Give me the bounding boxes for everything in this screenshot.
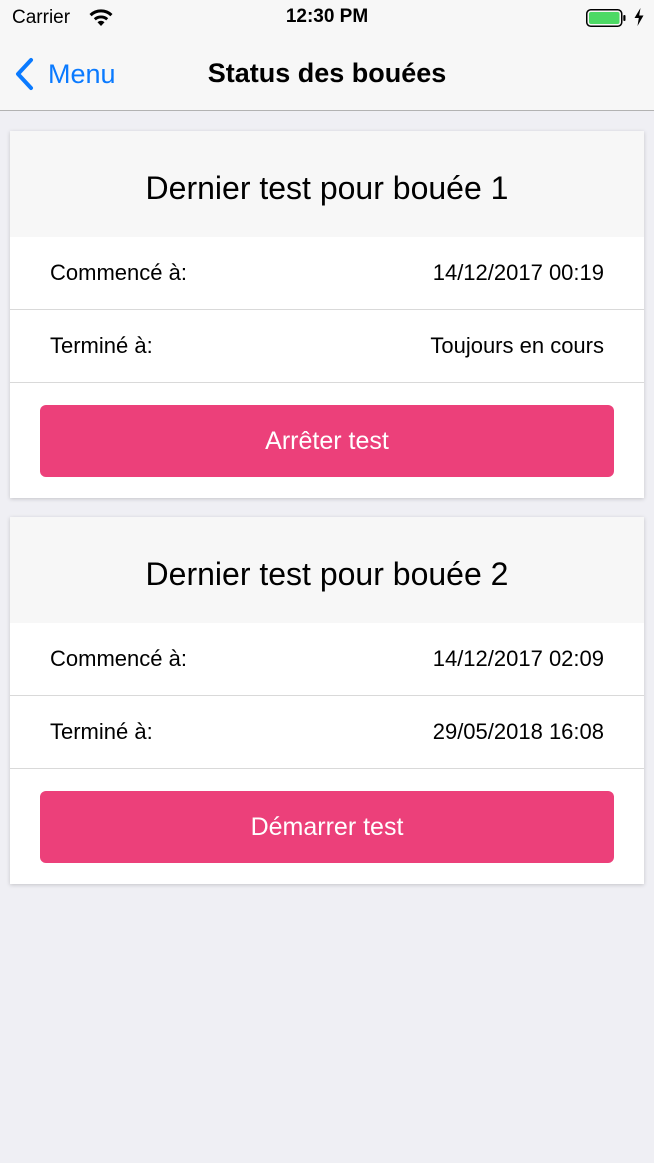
buoy-card-1: Dernier test pour bouée 1 Commencé à: 14…	[10, 131, 644, 498]
battery-icon	[586, 9, 626, 27]
status-bar: Carrier 12:30 PM	[0, 0, 654, 36]
navigation-bar: Menu Status des bouées	[0, 36, 654, 111]
page-title: Status des bouées	[207, 58, 447, 88]
ended-label: Terminé à:	[50, 719, 153, 744]
started-row: Commencé à: 14/12/2017 00:19	[10, 237, 644, 310]
buoy-card-2: Dernier test pour bouée 2 Commencé à: 14…	[10, 517, 644, 884]
card-title: Dernier test pour bouée 1	[10, 131, 644, 237]
button-area: Démarrer test	[10, 769, 644, 884]
started-value: 14/12/2017 00:19	[432, 260, 604, 285]
ended-label: Terminé à:	[50, 333, 153, 358]
started-value: 14/12/2017 02:09	[432, 646, 604, 671]
started-label: Commencé à:	[50, 260, 187, 285]
stop-test-button[interactable]: Arrêter test	[40, 405, 614, 477]
ended-row: Terminé à: Toujours en cours	[10, 310, 644, 383]
card-title: Dernier test pour bouée 2	[10, 517, 644, 623]
started-row: Commencé à: 14/12/2017 02:09	[10, 623, 644, 696]
button-area: Arrêter test	[10, 383, 644, 498]
clock: 12:30 PM	[285, 6, 369, 27]
ended-row: Terminé à: 29/05/2018 16:08	[10, 696, 644, 769]
ended-value: 29/05/2018 16:08	[432, 719, 604, 744]
start-test-button[interactable]: Démarrer test	[40, 791, 614, 863]
ended-value: Toujours en cours	[430, 333, 604, 358]
started-label: Commencé à:	[50, 646, 187, 671]
charging-bolt-icon	[634, 8, 644, 26]
